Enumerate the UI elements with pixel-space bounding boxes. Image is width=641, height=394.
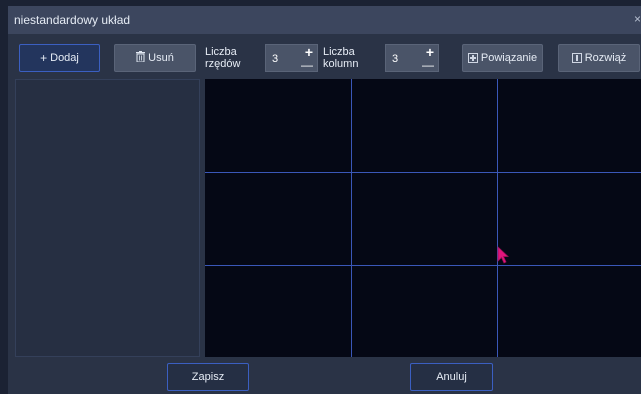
columns-stepper[interactable]: 3 + — — [385, 44, 439, 72]
columns-value: 3 — [392, 53, 399, 65]
columns-label: Liczba kolumn — [323, 46, 358, 70]
remove-button-label: Usuń — [148, 52, 174, 64]
window-title: niestandardowy układ — [14, 13, 131, 27]
close-icon[interactable]: × — [634, 12, 641, 26]
grid-row-divider — [205, 265, 641, 266]
layout-list-panel[interactable] — [15, 79, 200, 357]
rows-label-line1: Liczba — [205, 46, 237, 58]
grid-column-divider — [351, 79, 352, 357]
split-icon — [571, 53, 582, 63]
rows-label-line2: rzędów — [205, 58, 241, 70]
cancel-button-label: Anuluj — [436, 371, 467, 383]
trash-icon — [136, 51, 146, 65]
remove-button[interactable]: Usuń — [114, 44, 196, 72]
rows-stepper[interactable]: 3 + — — [265, 44, 318, 72]
columns-label-line1: Liczba — [323, 46, 355, 58]
save-button[interactable]: Zapisz — [167, 363, 249, 391]
split-button-label: Rozwiąż — [584, 52, 627, 64]
merge-button[interactable]: Powiązanie — [462, 44, 543, 72]
split-button[interactable]: Rozwiąż — [558, 44, 640, 72]
rows-value: 3 — [272, 53, 279, 65]
cancel-button[interactable]: Anuluj — [410, 363, 493, 391]
save-button-label: Zapisz — [191, 371, 225, 383]
merge-icon — [467, 53, 478, 63]
rows-label: Liczba rzędów — [205, 46, 240, 70]
mouse-cursor-icon — [497, 246, 510, 271]
merge-button-label: Powiązanie — [480, 52, 538, 64]
grid-row-divider — [205, 172, 641, 173]
add-button-label: Dodaj — [50, 52, 79, 64]
rows-decrement-button[interactable]: — — [301, 58, 313, 72]
grid-column-divider — [497, 79, 498, 357]
plus-icon: + — [40, 51, 48, 65]
layout-preview-grid[interactable] — [205, 79, 641, 357]
add-button[interactable]: + Dodaj — [19, 44, 100, 72]
columns-decrement-button[interactable]: — — [422, 58, 434, 72]
title-bar: niestandardowy układ × — [8, 6, 641, 34]
columns-label-line2: kolumn — [323, 58, 359, 70]
